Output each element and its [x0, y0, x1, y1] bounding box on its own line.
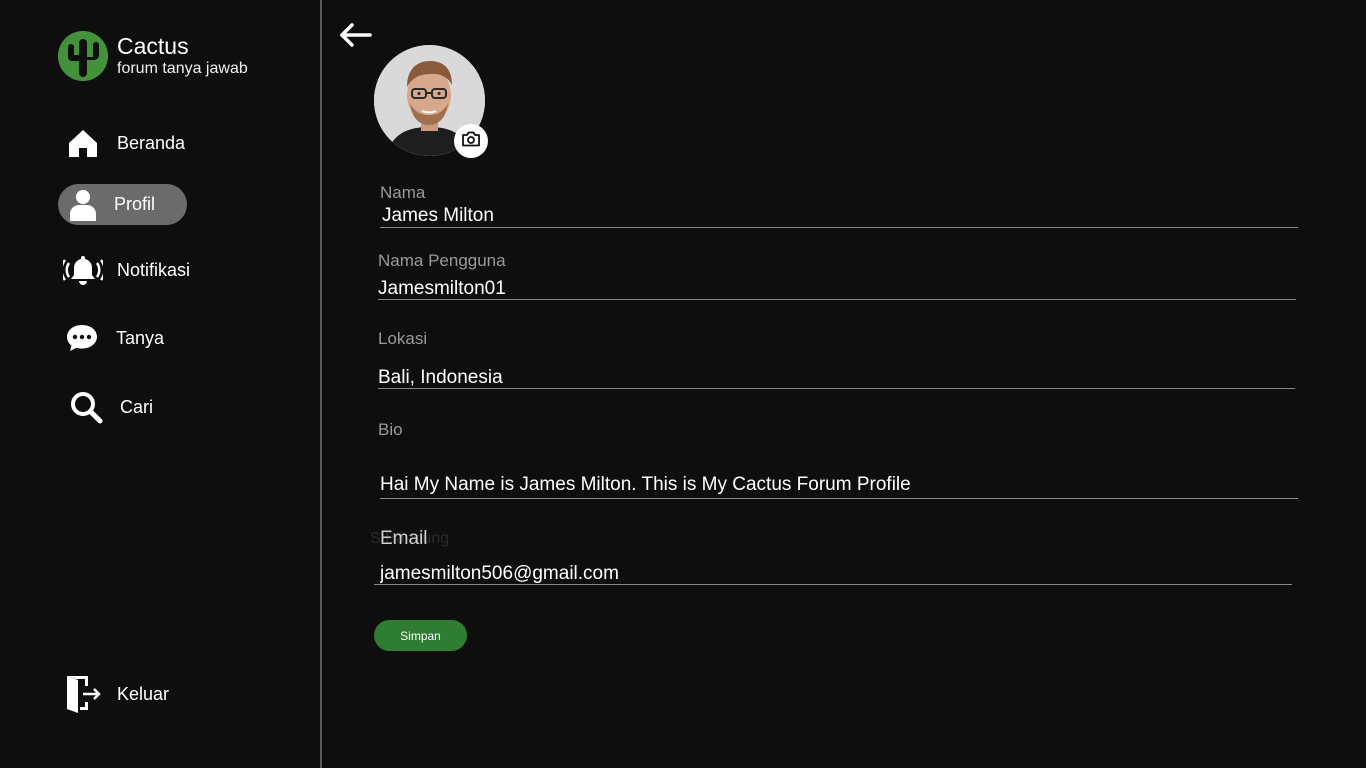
email-label: Email [380, 528, 428, 549]
sidebar-item-label: Beranda [117, 132, 186, 153]
logout-door-icon [63, 674, 103, 714]
nama-underline [380, 227, 1298, 228]
logout-button[interactable]: Keluar [63, 674, 169, 714]
username-field[interactable] [378, 277, 1278, 301]
bell-ringing-icon [63, 250, 103, 290]
brand[interactable]: Cactus forum tanya jawab [58, 31, 248, 81]
sidebar-item-notifikasi[interactable]: Notifikasi [63, 250, 190, 290]
nama-label: Nama [380, 183, 426, 202]
sidebar-item-label: Notifikasi [117, 259, 191, 280]
bio-field[interactable] [380, 473, 1290, 497]
user-icon [63, 185, 103, 225]
username-underline [378, 299, 1296, 300]
bio-label: Bio [378, 420, 403, 439]
camera-icon [461, 131, 481, 152]
home-icon [63, 123, 103, 163]
email-field[interactable] [380, 562, 1280, 586]
profile-photo[interactable] [374, 45, 488, 159]
lokasi-underline [378, 388, 1295, 389]
brand-subtitle: forum tanya jawab [117, 60, 248, 77]
sidebar-item-label: Tanya [116, 327, 165, 348]
lokasi-field[interactable] [378, 366, 1278, 390]
sidebar-item-beranda[interactable]: Beranda [63, 123, 185, 163]
sidebar-item-label: Cari [120, 396, 154, 417]
lokasi-label: Lokasi [378, 329, 428, 348]
brand-title: Cactus [117, 33, 189, 59]
sidebar-item-label: Keluar [117, 683, 170, 704]
sidebar: Cactus forum tanya jawab Beranda Profil … [0, 0, 322, 768]
sidebar-item-label: Profil [114, 194, 156, 214]
back-arrow-icon[interactable] [338, 20, 374, 50]
sidebar-item-tanya[interactable]: Tanya [62, 318, 164, 358]
chat-bubble-icon [62, 318, 102, 358]
sidebar-item-profil[interactable]: Profil [58, 184, 187, 225]
email-underline [374, 584, 1292, 585]
camera-button[interactable] [454, 124, 488, 158]
nama-field[interactable] [382, 204, 1282, 228]
bio-underline [380, 498, 1298, 499]
search-icon [66, 387, 106, 427]
cactus-icon [58, 31, 108, 81]
save-button[interactable]: Simpan [374, 620, 467, 651]
sidebar-item-cari[interactable]: Cari [66, 387, 153, 427]
username-label: Nama Pengguna [378, 251, 506, 270]
